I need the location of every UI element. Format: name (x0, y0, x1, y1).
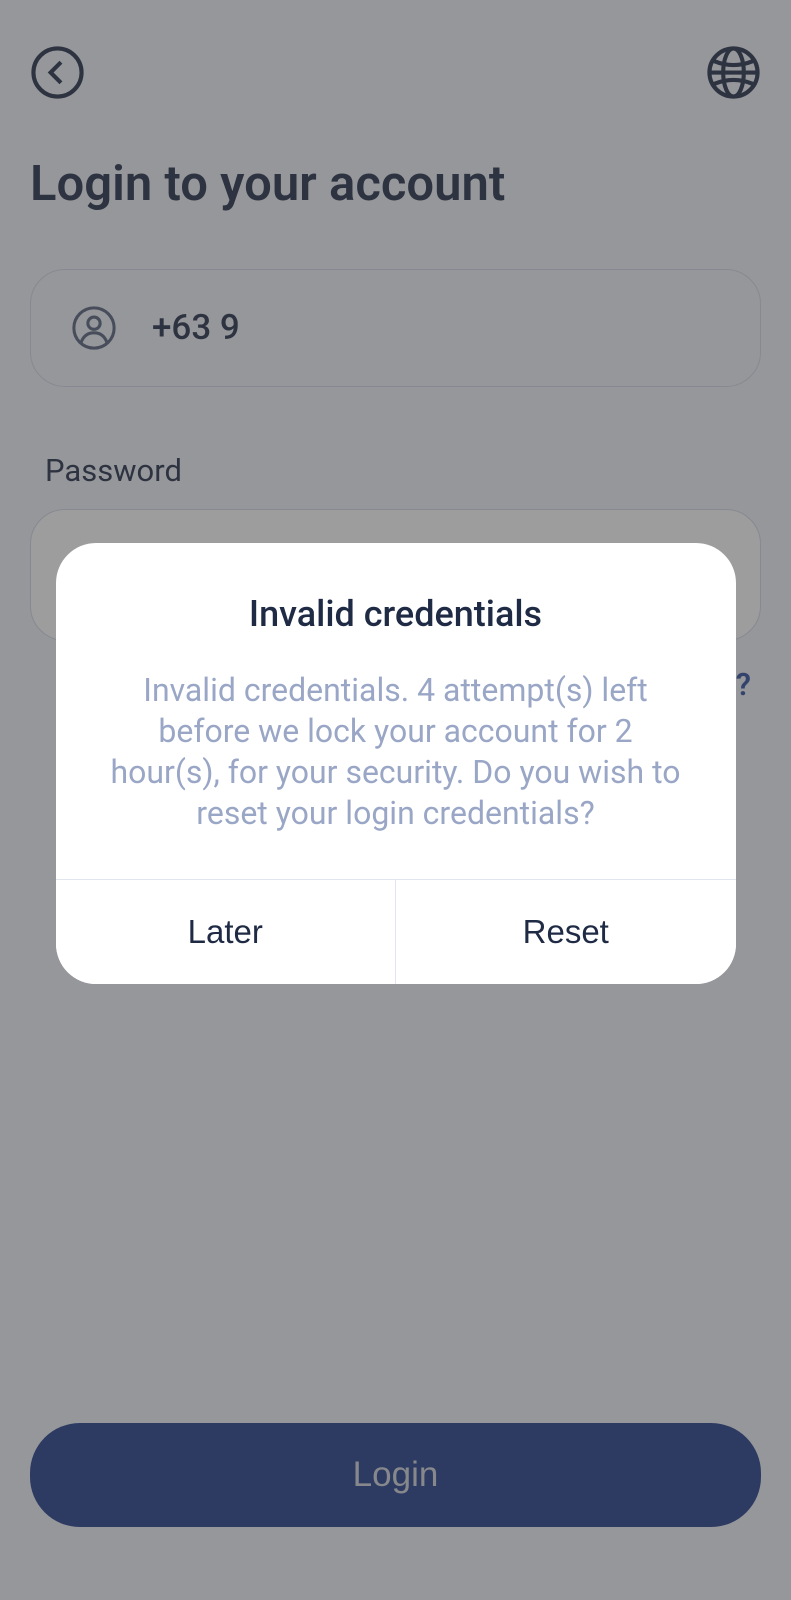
modal-overlay: Invalid credentials Invalid credentials.… (0, 0, 791, 1600)
invalid-credentials-modal: Invalid credentials Invalid credentials.… (56, 543, 736, 984)
modal-buttons: Later Reset (56, 879, 736, 984)
later-button[interactable]: Later (56, 880, 397, 984)
modal-title: Invalid credentials (111, 593, 681, 635)
modal-message: Invalid credentials. 4 attempt(s) left b… (111, 670, 681, 834)
reset-button[interactable]: Reset (396, 880, 736, 984)
modal-content: Invalid credentials Invalid credentials.… (56, 543, 736, 879)
